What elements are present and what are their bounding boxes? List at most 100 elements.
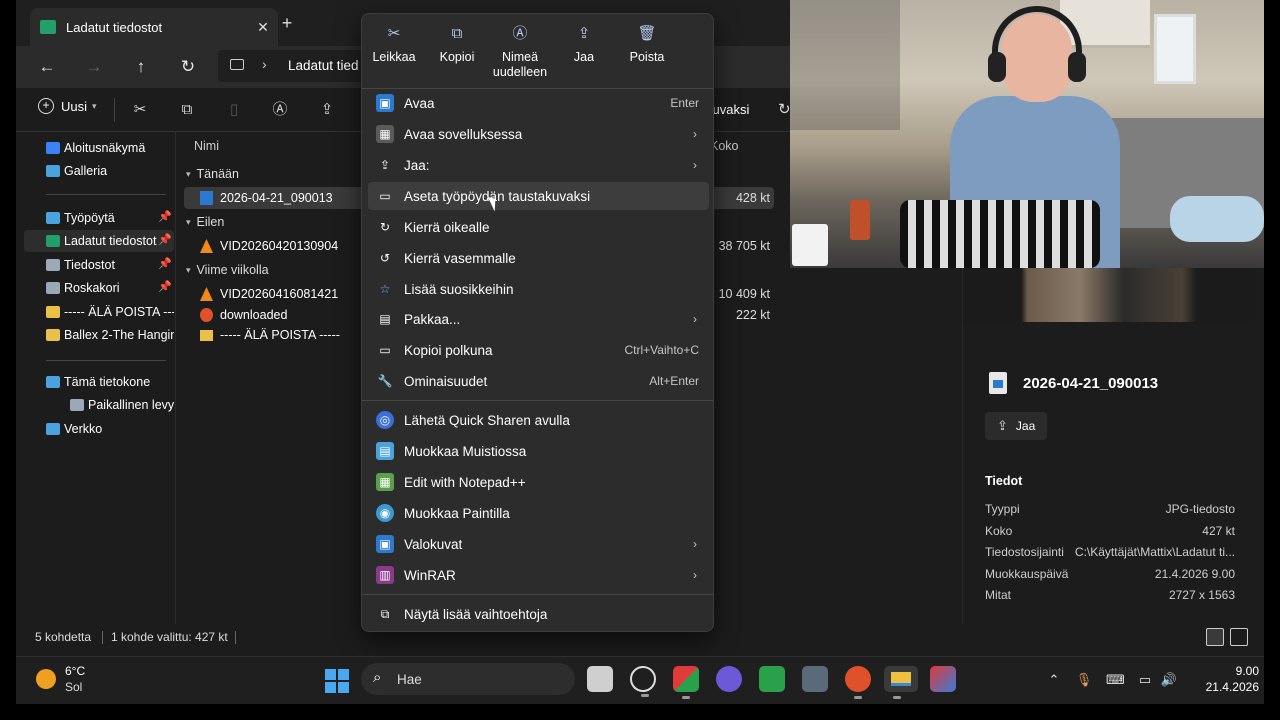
menu-item-set-background[interactable]: ▭ Aseta työpöydän taustakuvaksi <box>368 182 709 210</box>
sidebar-item-ala-poista[interactable]: ----- ÄLÄ POISTA ----- <box>24 301 174 323</box>
sidebar-item-ballex[interactable]: Ballex 2-The Hanging <box>24 324 174 346</box>
menu-item-label: Avaa <box>404 95 435 111</box>
sun-icon[interactable] <box>36 669 56 689</box>
folder-icon <box>46 329 60 341</box>
menu-item-rotate-right[interactable]: ↻ Kierrä oikealle <box>368 213 709 241</box>
menu-item-notepad[interactable]: ▤ Muokkaa Muistiossa <box>368 437 709 465</box>
sidebar-item-recycle-bin[interactable]: Roskakori 📌 <box>24 277 174 299</box>
sidebar-item-label: Roskakori <box>64 281 120 295</box>
chevron-down-icon: ▾ <box>92 100 97 111</box>
photos-icon: ▣ <box>376 94 394 112</box>
group-header-yesterday[interactable]: ▾ Eilen <box>186 215 224 229</box>
desktop-icon <box>46 212 60 224</box>
microphone-icon[interactable]: 🎙 <box>1075 671 1093 689</box>
sidebar-item-local-disk[interactable]: Paikallinen levy (C:) <box>24 394 174 416</box>
refresh-icon[interactable]: ↻ <box>175 54 201 80</box>
taskbar-search[interactable]: ⌕ Hae <box>361 663 575 695</box>
chatgpt-icon[interactable] <box>630 666 656 697</box>
group-header-last-week[interactable]: ▾ Viime viikolla <box>186 263 269 277</box>
windows-logo-tile <box>338 669 349 680</box>
scissors-icon[interactable]: ✂ <box>129 99 151 121</box>
weather-condition[interactable]: Sol <box>65 680 82 694</box>
chevron-up-icon[interactable]: ⌃ <box>1045 671 1063 689</box>
browser-icon[interactable] <box>930 666 956 692</box>
copy-icon[interactable]: ⧉ <box>176 99 198 121</box>
quick-share-icon: ◎ <box>376 411 394 429</box>
close-tab-icon[interactable]: ✕ <box>248 19 278 36</box>
share-button[interactable]: ⇪ Jaa <box>553 22 615 92</box>
menu-item-copy-path[interactable]: ▭ Kopioi polkuna Ctrl+Vaihto+C <box>368 336 709 364</box>
new-button[interactable]: + Uusi ▾ <box>38 98 97 114</box>
start-button[interactable] <box>325 669 349 693</box>
detail-value: C:\Käyttäjät\Mattix\Ladatut ti... <box>1074 545 1235 559</box>
media-app-icon[interactable] <box>716 666 742 692</box>
rename-icon[interactable]: Ⓐ <box>269 99 291 121</box>
calculator-icon[interactable] <box>802 666 828 692</box>
sidebar-item-downloads[interactable]: Ladatut tiedostot 📌 <box>24 230 174 252</box>
sheets-app-icon[interactable] <box>759 666 785 692</box>
share-icon[interactable]: ⇪ <box>316 99 338 121</box>
sidebar-item-documents[interactable]: Tiedostot 📌 <box>24 254 174 276</box>
menu-item-properties[interactable]: 🔧 Ominaisuudet Alt+Enter <box>368 367 709 395</box>
menu-item-open[interactable]: ▣ Avaa Enter <box>368 89 709 117</box>
sidebar-item-label: Tämä tietokone <box>64 375 151 389</box>
pin-icon: 📌 <box>158 281 172 293</box>
menu-item-paint[interactable]: ◉ Muokkaa Paintilla <box>368 499 709 527</box>
menu-item-notepad-plus-plus[interactable]: ▦ Edit with Notepad++ <box>368 468 709 496</box>
cut-button[interactable]: ✂ Leikkaa <box>363 22 425 92</box>
share-button[interactable]: ⇪ Jaa <box>985 412 1047 440</box>
app-icon[interactable] <box>673 666 699 699</box>
sidebar-item-network[interactable]: Verkko <box>24 418 174 440</box>
menu-item-compress[interactable]: ▤ Pakkaa... › <box>368 305 709 333</box>
delete-button[interactable]: 🗑 Poista <box>616 22 678 92</box>
keyboard-icon[interactable]: ⌨ <box>1106 671 1125 689</box>
this-pc-icon <box>46 376 60 388</box>
rename-button[interactable]: Ⓐ Nimeä uudelleen <box>489 22 551 92</box>
sidebar-item-gallery[interactable]: Galleria <box>24 160 174 182</box>
menu-item-winrar[interactable]: ▥ WinRAR › <box>368 561 709 589</box>
menu-item-photos[interactable]: ▣ Valokuvat › <box>368 530 709 558</box>
tab-ladatut-tiedostot[interactable]: Ladatut tiedostot ✕ <box>30 8 278 46</box>
menu-item-rotate-left[interactable]: ↺ Kierrä vasemmalle <box>368 244 709 272</box>
weather-temperature[interactable]: 6°C <box>65 664 85 678</box>
menu-item-share[interactable]: ⇪ Jaa: › <box>368 151 709 179</box>
new-tab-button[interactable]: + <box>276 12 298 34</box>
rotate-icon[interactable]: ↻ <box>778 100 791 118</box>
clock-time[interactable]: 9.00 <box>1221 664 1259 678</box>
share-icon: ⇪ <box>997 418 1008 433</box>
share-icon: ⇪ <box>379 158 391 172</box>
menu-item-quick-share[interactable]: ◎ Lähetä Quick Sharen avulla <box>368 406 709 434</box>
menu-item-add-favorites[interactable]: ☆ Lisää suosikkeihin <box>368 275 709 303</box>
volume-icon[interactable]: 🔊 <box>1160 671 1178 689</box>
copy-button[interactable]: ⧉ Kopioi <box>426 22 488 92</box>
menu-item-show-more-options[interactable]: ⧉ Näytä lisää vaihtoehtoja <box>368 600 709 628</box>
details-view-icon[interactable] <box>1206 628 1224 646</box>
sidebar-item-home[interactable]: Aloitusnäkymä <box>24 137 174 159</box>
duckduckgo-icon[interactable] <box>845 666 871 699</box>
webcam-headset-ear <box>988 52 1006 82</box>
search-icon: ⌕ <box>373 669 382 686</box>
tiles-view-icon[interactable] <box>1230 628 1248 646</box>
menu-item-label: Aseta työpöydän taustakuvaksi <box>404 188 591 204</box>
sidebar-item-desktop[interactable]: Työpöytä 📌 <box>24 207 174 229</box>
sidebar-item-this-pc[interactable]: Tämä tietokone <box>24 371 174 393</box>
column-header-name[interactable]: Nimi <box>194 139 219 153</box>
vlc-video-icon <box>200 287 213 301</box>
image-file-icon <box>989 372 1007 394</box>
up-arrow-icon[interactable]: ↑ <box>128 54 154 80</box>
breadcrumb[interactable]: Ladatut tied <box>288 58 359 73</box>
menu-item-label: Pakkaa... <box>404 311 461 327</box>
network-icon[interactable]: ▭ <box>1136 671 1154 689</box>
task-view-icon[interactable] <box>587 666 613 692</box>
forward-arrow-icon[interactable]: → <box>81 54 107 80</box>
back-arrow-icon[interactable]: ← <box>34 54 60 80</box>
clock-date[interactable]: 21.4.2026 <box>1193 680 1259 694</box>
chevron-right-icon[interactable]: › <box>262 56 267 72</box>
column-header-size[interactable]: Koko <box>710 139 739 153</box>
menu-item-open-with[interactable]: ▦ Avaa sovelluksessa › <box>368 120 709 148</box>
windows-logo-tile <box>325 669 336 680</box>
image-file-icon <box>200 191 213 205</box>
group-header-today[interactable]: ▾ Tänään <box>186 167 239 181</box>
file-explorer-icon[interactable] <box>884 666 918 699</box>
paste-icon[interactable]: ▯ <box>223 99 245 121</box>
